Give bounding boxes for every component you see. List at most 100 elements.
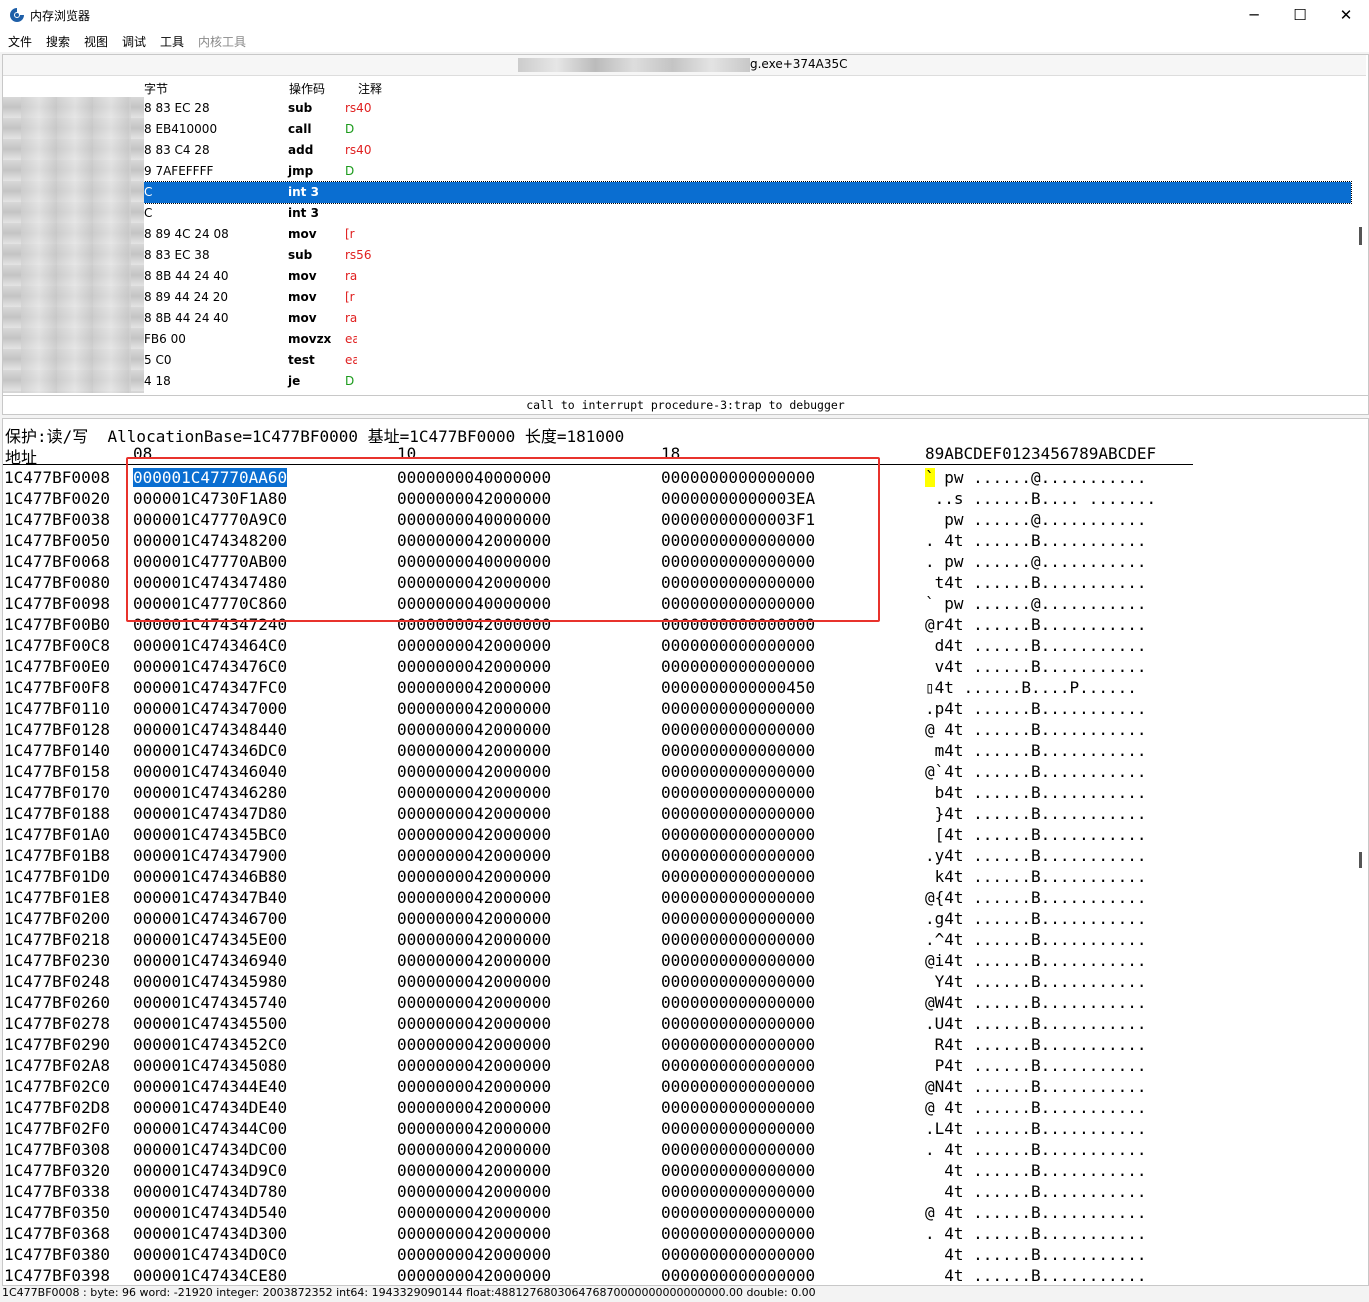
disassembler-row[interactable]: 8 89 4C 24 08 mov [r — [3, 224, 1351, 245]
qword-08[interactable]: 000001C4743476C0 — [133, 657, 287, 676]
hex-row[interactable]: 1C477BF0110 000001C474347000 0000000042000… — [3, 697, 1363, 718]
disassembler-row[interactable]: Cint 3 — [3, 181, 1352, 204]
maximize-button[interactable]: ☐ — [1277, 0, 1323, 30]
qword-08[interactable]: 000001C474345080 — [133, 1056, 287, 1075]
hex-row[interactable]: 1C477BF0320 000001C47434D9C0 0000000042000… — [3, 1159, 1363, 1180]
row-address[interactable]: 1C477BF0368 — [4, 1224, 110, 1243]
qword-18[interactable]: 0000000000000000 — [661, 741, 815, 760]
hex-row[interactable]: 1C477BF0170 000001C474346280 0000000042000… — [3, 781, 1363, 802]
qword-18[interactable]: 0000000000000000 — [661, 1077, 815, 1096]
hex-row[interactable]: 1C477BF02A8 000001C474345080 0000000042000… — [3, 1054, 1363, 1075]
hex-row[interactable]: 1C477BF0248 000001C474345980 0000000042000… — [3, 970, 1363, 991]
qword-18[interactable]: 0000000000000000 — [661, 1245, 815, 1264]
qword-08[interactable]: 000001C474344C00 — [133, 1119, 287, 1138]
qword-18[interactable]: 0000000000000000 — [661, 1056, 815, 1075]
ascii-dump[interactable]: [4t ......B........... — [925, 825, 1147, 844]
ascii-dump[interactable]: pw ......@........... — [925, 510, 1146, 529]
qword-18[interactable]: 0000000000000000 — [661, 762, 815, 781]
qword-10[interactable]: 0000000042000000 — [397, 1035, 551, 1054]
qword-08[interactable]: 000001C474347900 — [133, 846, 287, 865]
hex-row[interactable]: 1C477BF00E0 000001C4743476C0 0000000042000… — [3, 655, 1363, 676]
ascii-dump[interactable]: ..s ......B.... ....... — [925, 489, 1157, 508]
hex-row[interactable]: 1C477BF0308 000001C47434DC00 0000000042000… — [3, 1138, 1363, 1159]
row-address[interactable]: 1C477BF0248 — [4, 972, 110, 991]
row-address[interactable]: 1C477BF0128 — [4, 720, 110, 739]
ascii-dump[interactable]: . 4t ......B........... — [925, 1140, 1147, 1159]
row-address[interactable]: 1C477BF0230 — [4, 951, 110, 970]
qword-18[interactable]: 0000000000000000 — [661, 1140, 815, 1159]
qword-10[interactable]: 0000000042000000 — [397, 804, 551, 823]
hex-scroll-thumb[interactable] — [1359, 852, 1362, 868]
qword-10[interactable]: 0000000042000000 — [397, 1245, 551, 1264]
ascii-dump[interactable]: .U4t ......B........... — [925, 1014, 1147, 1033]
qword-10[interactable]: 0000000042000000 — [397, 720, 551, 739]
qword-18[interactable]: 0000000000000000 — [661, 1014, 815, 1033]
qword-08[interactable]: 000001C474344E40 — [133, 1077, 287, 1096]
disassembler-row[interactable]: 8 8B 44 24 40 mov ra — [3, 266, 1351, 287]
qword-08[interactable]: 000001C474347FC0 — [133, 678, 287, 697]
qword-18[interactable]: 0000000000000000 — [661, 972, 815, 991]
close-button[interactable]: ✕ — [1323, 0, 1369, 30]
ascii-dump[interactable]: R4t ......B........... — [925, 1035, 1147, 1054]
disassembler-row[interactable]: FB6 00 movzxea — [3, 329, 1351, 350]
disassembler-pane[interactable]: g.exe+374A35C 字节 操作码 注释 8 83 EC 28 sub rs4… — [2, 54, 1369, 396]
qword-08[interactable]: 000001C47434D300 — [133, 1224, 287, 1243]
ascii-dump[interactable]: @r4t ......B........... — [925, 615, 1147, 634]
qword-08[interactable]: 000001C474346940 — [133, 951, 287, 970]
ascii-dump[interactable]: ` pw ......@........... — [925, 468, 1147, 487]
row-address[interactable]: 1C477BF0050 — [4, 531, 110, 550]
row-address[interactable]: 1C477BF0308 — [4, 1140, 110, 1159]
disassembler-row[interactable]: 5 C0 test ea — [3, 350, 1351, 371]
qword-08[interactable]: 000001C474347D80 — [133, 804, 287, 823]
ascii-dump[interactable]: ▯4t ......B....P...... — [925, 678, 1137, 697]
qword-08[interactable]: 000001C474346040 — [133, 762, 287, 781]
qword-08[interactable]: 000001C474347B40 — [133, 888, 287, 907]
qword-10[interactable]: 0000000042000000 — [397, 1224, 551, 1243]
qword-10[interactable]: 0000000042000000 — [397, 1182, 551, 1201]
qword-10[interactable]: 0000000042000000 — [397, 699, 551, 718]
qword-18[interactable]: 0000000000000000 — [661, 636, 815, 655]
ascii-dump[interactable]: . 4t ......B........... — [925, 531, 1147, 550]
qword-10[interactable]: 0000000042000000 — [397, 1014, 551, 1033]
hex-scrollbar[interactable] — [1353, 419, 1368, 1283]
row-address[interactable]: 1C477BF0350 — [4, 1203, 110, 1222]
hex-row[interactable]: 1C477BF00C8 000001C4743464C0 0000000042000… — [3, 634, 1363, 655]
qword-10[interactable]: 0000000042000000 — [397, 1119, 551, 1138]
row-address[interactable]: 1C477BF0140 — [4, 741, 110, 760]
qword-10[interactable]: 0000000042000000 — [397, 930, 551, 949]
row-address[interactable]: 1C477BF0188 — [4, 804, 110, 823]
qword-18[interactable]: 0000000000000000 — [661, 1224, 815, 1243]
qword-08[interactable]: 000001C474347000 — [133, 699, 287, 718]
ascii-dump[interactable]: 4t ......B........... — [925, 1161, 1146, 1180]
hex-row[interactable]: 1C477BF01A0 000001C474345BC0 0000000042000… — [3, 823, 1363, 844]
ascii-dump[interactable]: }4t ......B........... — [925, 804, 1147, 823]
hex-row[interactable]: 1C477BF0140 000001C474346DC0 0000000042000… — [3, 739, 1363, 760]
row-address[interactable]: 1C477BF01E8 — [4, 888, 110, 907]
row-address[interactable]: 1C477BF0290 — [4, 1035, 110, 1054]
hex-row[interactable]: 1C477BF0218 000001C474345E00 0000000042000… — [3, 928, 1363, 949]
disassembler-row[interactable]: 8 EB410000 call D — [3, 119, 1351, 140]
qword-18[interactable]: 0000000000000000 — [661, 1035, 815, 1054]
qword-08[interactable]: 000001C474345BC0 — [133, 825, 287, 844]
qword-18[interactable]: 0000000000000000 — [661, 993, 815, 1012]
disassembler-row[interactable]: 8 8B 44 24 40 mov ra — [3, 308, 1351, 329]
qword-10[interactable]: 0000000042000000 — [397, 951, 551, 970]
row-address[interactable]: 1C477BF02C0 — [4, 1077, 110, 1096]
ascii-dump[interactable]: k4t ......B........... — [925, 867, 1147, 886]
row-address[interactable]: 1C477BF01B8 — [4, 846, 110, 865]
qword-10[interactable]: 0000000042000000 — [397, 1161, 551, 1180]
ascii-dump[interactable]: b4t ......B........... — [925, 783, 1147, 802]
qword-10[interactable]: 0000000042000000 — [397, 888, 551, 907]
ascii-dump[interactable]: m4t ......B........... — [925, 741, 1147, 760]
row-address[interactable]: 1C477BF02D8 — [4, 1098, 110, 1117]
disassembler-row[interactable]: 8 83 C4 28 add rs40 — [3, 140, 1351, 161]
qword-08[interactable]: 000001C4743464C0 — [133, 636, 287, 655]
row-address[interactable]: 1C477BF0260 — [4, 993, 110, 1012]
disassembler-row[interactable]: 8 89 44 24 20 mov [r — [3, 287, 1351, 308]
row-address[interactable]: 1C477BF01D0 — [4, 867, 110, 886]
row-address[interactable]: 1C477BF0098 — [4, 594, 110, 613]
qword-10[interactable]: 0000000042000000 — [397, 1140, 551, 1159]
row-address[interactable]: 1C477BF0200 — [4, 909, 110, 928]
ascii-dump[interactable]: @{4t ......B........... — [925, 888, 1147, 907]
ascii-dump[interactable]: @W4t ......B........... — [925, 993, 1147, 1012]
